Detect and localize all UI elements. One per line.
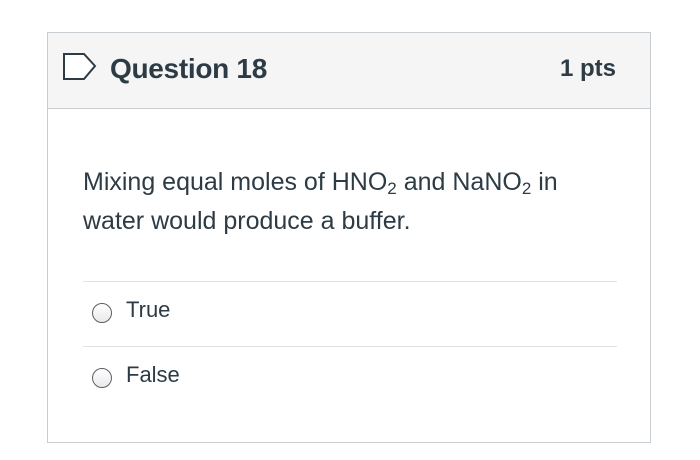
question-card: Question 18 1 pts Mixing equal moles of …: [47, 32, 651, 443]
answer-list: True False: [83, 281, 617, 411]
answer-option-true[interactable]: True: [83, 281, 617, 346]
radio-button-true[interactable]: [92, 303, 112, 323]
subscript: 2: [521, 179, 532, 198]
answer-label[interactable]: False: [126, 362, 180, 388]
question-title: Question 18: [110, 53, 267, 84]
answer-option-false[interactable]: False: [83, 346, 617, 411]
answer-label[interactable]: True: [126, 297, 170, 323]
question-text-part: and NaNO: [396, 168, 522, 196]
bookmark-flag-icon[interactable]: [62, 52, 98, 82]
radio-button-false[interactable]: [92, 368, 112, 388]
question-text: Mixing equal moles of HNO2 and NaNO2 in …: [83, 163, 623, 241]
question-points: 1 pts: [559, 55, 616, 82]
subscript: 2: [387, 179, 397, 198]
question-text-part: Mixing equal moles of HNO: [83, 168, 388, 196]
question-header: Question 18 1 pts: [48, 33, 650, 109]
